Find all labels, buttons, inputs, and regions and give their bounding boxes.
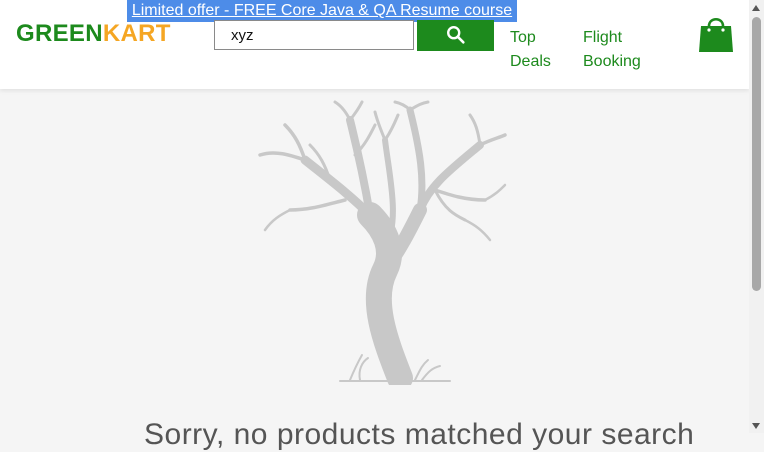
scroll-up-arrow-icon[interactable]: [752, 5, 760, 11]
scrollbar-thumb[interactable]: [752, 17, 761, 291]
nav-flight-booking[interactable]: Flight Booking: [583, 26, 653, 74]
logo-green: GREEN: [16, 20, 103, 47]
nav-flight-booking-label: Flight Booking: [583, 29, 641, 70]
promo-link[interactable]: Limited offer - FREE Core Java & QA Resu…: [127, 0, 517, 22]
nav-top-deals[interactable]: Top Deals: [510, 26, 560, 74]
nav-top-deals-label: Top Deals: [510, 29, 551, 70]
scroll-down-arrow-icon[interactable]: [752, 423, 760, 429]
site-logo[interactable]: GREENKART: [16, 20, 171, 48]
shopping-bag-icon[interactable]: [698, 14, 734, 54]
site-header: Limited offer - FREE Core Java & QA Resu…: [0, 0, 749, 89]
no-results-message: Sorry, no products matched your search: [144, 418, 695, 451]
search-icon: [446, 26, 465, 44]
vertical-scrollbar[interactable]: [749, 0, 764, 433]
empty-tree-illustration: [258, 100, 507, 385]
search-input[interactable]: [214, 20, 414, 50]
logo-kart: KART: [102, 20, 171, 47]
search-button[interactable]: [417, 20, 494, 51]
